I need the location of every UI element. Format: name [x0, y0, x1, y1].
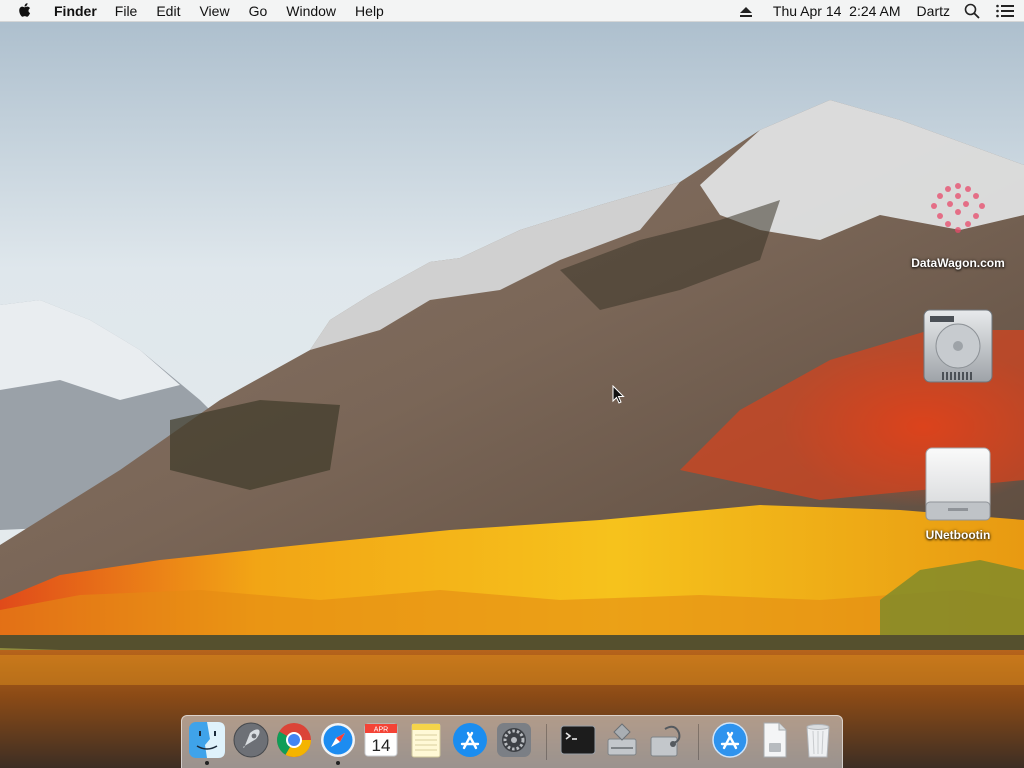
notification-center-icon[interactable]: [996, 4, 1014, 18]
desktop-icon-label: UNetbootin: [925, 528, 991, 542]
dock-item-boot-camp[interactable]: [603, 721, 641, 761]
dock-item-document[interactable]: [755, 721, 793, 761]
desktop-icon-hard-drive[interactable]: [898, 308, 1018, 388]
dock-item-chrome[interactable]: [275, 721, 313, 761]
mouse-pointer-icon: [612, 385, 625, 404]
document-file-icon: [763, 722, 787, 758]
dock-item-finder[interactable]: [188, 721, 226, 765]
downloads-folder-icon: [712, 722, 748, 758]
system-preferences-icon: [497, 723, 531, 757]
disk-utility-icon: [650, 725, 681, 757]
dock-item-downloads[interactable]: [711, 721, 749, 761]
dock-item-app-store[interactable]: [451, 721, 489, 761]
dock-separator: [698, 724, 699, 760]
app-store-icon: [453, 723, 487, 757]
dock-item-notes[interactable]: [407, 721, 445, 761]
dock-item-disk-utility[interactable]: [647, 721, 685, 761]
dock-item-terminal[interactable]: [559, 721, 597, 761]
desktop-icon-unetbootin[interactable]: UNetbootin: [898, 446, 1018, 542]
apple-menu-icon[interactable]: [18, 2, 36, 20]
terminal-icon: [560, 725, 596, 755]
calendar-icon: APR 14: [364, 723, 398, 757]
dock-item-system-preferences[interactable]: [495, 721, 533, 761]
menu-help[interactable]: Help: [355, 3, 384, 19]
trash-icon: [806, 724, 830, 758]
notes-icon: [411, 723, 441, 758]
external-drive-icon: [925, 447, 991, 521]
dock-item-safari[interactable]: [319, 721, 357, 765]
active-app-name[interactable]: Finder: [54, 3, 97, 19]
hard-drive-icon: [923, 309, 993, 383]
dock-item-calendar[interactable]: APR 14: [362, 721, 400, 761]
calendar-day: 14: [372, 736, 391, 755]
safari-icon: [321, 723, 355, 757]
menu-file[interactable]: File: [115, 3, 138, 19]
running-indicator: [336, 761, 340, 765]
menu-window[interactable]: Window: [286, 3, 336, 19]
menu-bar: Finder File Edit View Go Window Help Thu…: [0, 0, 1024, 22]
dock-item-launchpad[interactable]: [232, 721, 270, 761]
finder-icon: [189, 722, 225, 758]
dock: APR 14: [181, 715, 843, 768]
dock-separator: [546, 724, 547, 760]
desktop-wallpaper: [0, 0, 1024, 768]
chrome-icon: [277, 723, 311, 757]
dock-item-trash[interactable]: [799, 721, 837, 761]
menu-edit[interactable]: Edit: [156, 3, 180, 19]
user-menu[interactable]: Dartz: [917, 3, 950, 19]
launchpad-icon: [233, 722, 269, 758]
boot-camp-icon: [607, 723, 637, 756]
menu-go[interactable]: Go: [249, 3, 268, 19]
eject-icon[interactable]: [739, 5, 753, 17]
menu-view[interactable]: View: [199, 3, 229, 19]
running-indicator: [205, 761, 209, 765]
datawagon-logo-icon: [931, 183, 985, 233]
calendar-month: APR: [374, 727, 388, 734]
menubar-clock[interactable]: Thu Apr 14 2:24 AM: [773, 3, 901, 19]
spotlight-search-icon[interactable]: [964, 3, 980, 19]
desktop-icon-label: DataWagon.com: [911, 256, 1005, 270]
desktop-icon-datawagon[interactable]: DataWagon.com: [898, 172, 1018, 270]
